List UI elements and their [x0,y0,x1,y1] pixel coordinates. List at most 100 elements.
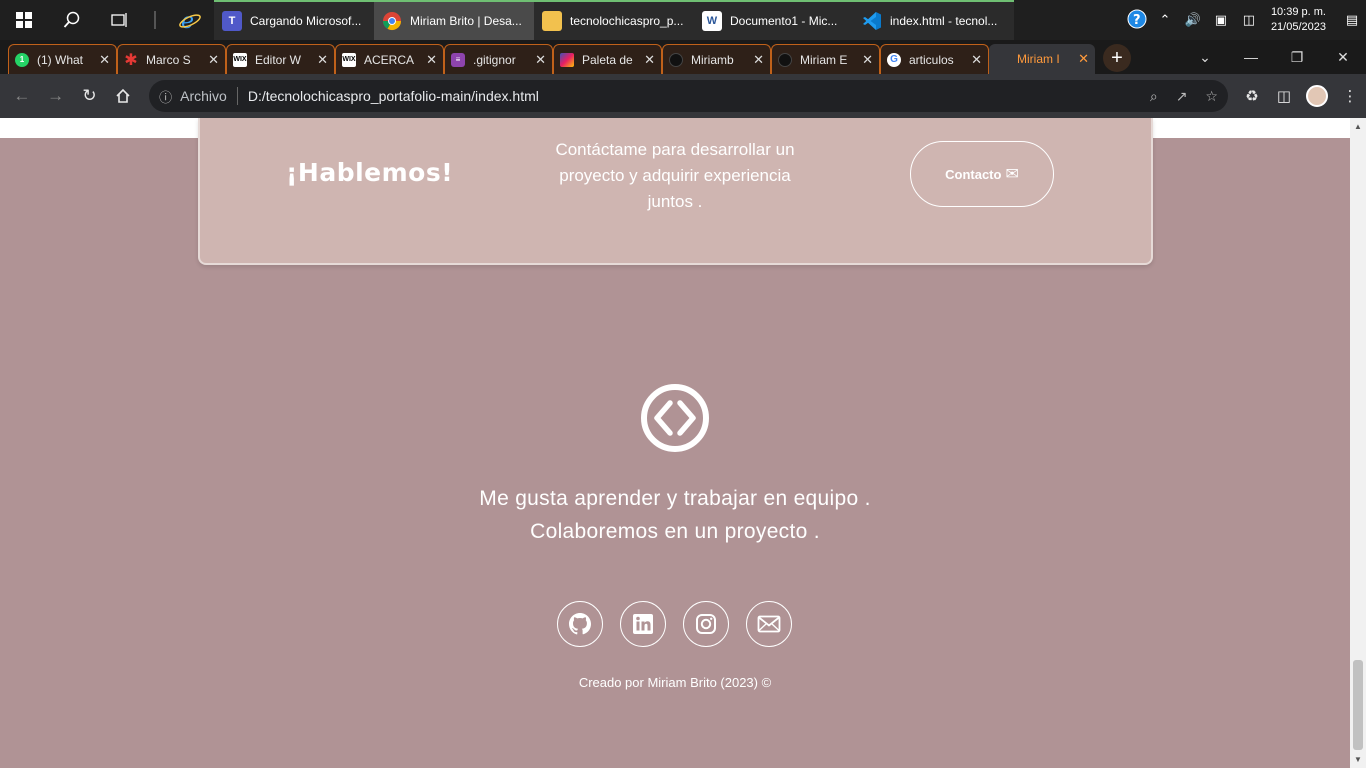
browser-tab[interactable]: G articulos ✕ [880,44,989,74]
home-icon[interactable] [107,80,139,112]
network-icon[interactable]: ◫ [1237,12,1261,28]
scroll-down-arrow-icon[interactable]: ▼ [1354,755,1362,764]
linkedin-link[interactable] [620,601,666,647]
address-url[interactable]: D:/tecnolochicaspro_portafolio-main/inde… [248,88,1132,104]
browser-tab-active[interactable]: Miriam I ✕ [989,44,1095,74]
side-panel-icon[interactable]: ◫ [1268,87,1300,105]
share-icon[interactable]: ↗ [1176,88,1188,105]
contact-cta-card: ¡Hablemos! Contáctame para desarrollar u… [198,118,1153,265]
cta-text: Contáctame para desarrollar un proyecto … [555,140,795,211]
address-bar[interactable]: ⓘ Archivo D:/tecnolochicaspro_portafolio… [149,80,1228,112]
browser-toolbar: ← → ↻ ⓘ Archivo D:/tecnolochicaspro_port… [0,74,1366,118]
reload-icon[interactable]: ↻ [74,80,106,112]
mail-icon [757,615,781,633]
close-tab-icon[interactable]: ✕ [753,52,764,68]
mail-link[interactable] [746,601,792,647]
scroll-up-arrow-icon[interactable]: ▲ [1354,122,1362,131]
bookmark-star-icon[interactable]: ☆ [1205,88,1218,105]
toolbar-right: ♻ ◫ ⋮ [1236,85,1366,107]
word-icon: W [702,11,722,31]
search-icon[interactable] [48,0,96,40]
camera-icon[interactable]: ▣ [1209,12,1233,28]
browser-tab[interactable]: Miriamb ✕ [662,44,771,74]
whatsapp-icon: 1 [15,52,29,67]
close-tab-icon[interactable]: ✕ [862,52,873,68]
task-view-icon[interactable] [96,0,144,40]
browser-tab[interactable]: Paleta de ✕ [553,44,662,74]
minimize-icon[interactable]: — [1228,49,1274,65]
browser-tab[interactable]: Miriam E ✕ [771,44,880,74]
taskbar-app-explorer[interactable]: tecnolochicaspro_p... [534,0,694,40]
palette-icon [560,52,574,67]
taskbar-app-chrome[interactable]: Miriam Brito | Desa... [374,0,534,40]
extensions-icon[interactable]: ♻ [1236,87,1268,105]
windows-start-icon[interactable] [0,0,48,40]
tab-title: Paleta de [582,52,633,67]
forward-icon[interactable]: → [40,80,72,112]
tab-title: ACERCA [364,52,415,67]
close-tab-icon[interactable]: ✕ [971,52,982,68]
new-tab-button[interactable]: + [1103,44,1131,72]
taskbar-app-label: tecnolochicaspro_p... [570,14,684,28]
page-viewport: ¡Hablemos! Contáctame para desarrollar u… [0,118,1350,768]
address-scheme-label: Archivo [180,88,227,104]
browser-tab[interactable]: WIX Editor W ✕ [226,44,335,74]
instagram-link[interactable] [683,601,729,647]
browser-tab[interactable]: ≡ .gitignor ✕ [444,44,553,74]
github-icon [778,52,792,67]
taskbar-clock[interactable]: 10:39 p. m. 21/05/2023 [1271,5,1326,35]
tab-title: (1) What [37,52,84,67]
back-icon[interactable]: ← [6,80,38,112]
chevron-up-icon[interactable]: ⌃ [1153,12,1177,28]
browser-tab[interactable]: WIX ACERCA ✕ [335,44,444,74]
tab-title: Miriamb [691,52,734,67]
taskbar-app-label: Miriam Brito | Desa... [410,14,522,28]
windows-taskbar: e T Cargando Microsof... Miriam Brito | … [0,0,1366,40]
footer-tagline: Me gusta aprender y trabajar en equipo .… [375,482,975,548]
close-tab-icon[interactable]: ✕ [644,52,655,68]
taskbar-app-teams[interactable]: T Cargando Microsof... [214,0,374,40]
tab-search-chevron-icon[interactable]: ⌄ [1182,49,1228,66]
window-controls: ⌄ — ❐ ✕ [1182,40,1366,74]
close-tab-icon[interactable]: ✕ [317,52,328,68]
contact-button-label: Contacto [945,166,1002,182]
close-tab-icon[interactable]: ✕ [426,52,437,68]
github-link[interactable] [557,601,603,647]
browser-tab[interactable]: 1 (1) What ✕ [8,44,117,74]
tab-title: articulos [909,52,954,67]
internet-explorer-icon[interactable]: e [166,0,214,40]
close-tab-icon[interactable]: ✕ [208,52,219,68]
volume-icon[interactable]: 🔊 [1181,12,1205,28]
taskbar-app-vscode[interactable]: index.html - tecnol... [854,0,1014,40]
browser-tab[interactable]: ✱ Marco S ✕ [117,44,226,74]
help-icon[interactable]: ? [1125,9,1149,32]
folder-icon [542,11,562,31]
github-icon [569,613,591,635]
close-tab-icon[interactable]: ✕ [99,52,110,68]
notifications-icon[interactable]: ▤ [1340,12,1364,28]
scrollbar-thumb[interactable] [1353,660,1363,750]
code-logo-icon [640,383,710,453]
footer-credit: Creado por Miriam Brito (2023) © [578,675,772,690]
zoom-icon[interactable]: ⌕ [1150,88,1158,105]
address-separator [236,87,238,105]
clock-time: 10:39 p. m. [1270,6,1326,18]
taskbar-app-word[interactable]: W Documento1 - Mic... [694,0,854,40]
menu-kebab-icon[interactable]: ⋮ [1334,87,1366,105]
profile-avatar[interactable] [1305,85,1328,107]
page-scrollbar[interactable]: ▲ ▼ [1350,118,1366,768]
contact-button[interactable]: Contacto ✉ [910,141,1054,207]
close-tab-icon[interactable]: ✕ [1078,51,1089,67]
taskbar-separator [154,11,156,29]
restore-icon[interactable]: ❐ [1274,49,1320,66]
tagline-line-2: Colaboremos en un proyecto . [530,520,820,543]
wix-icon: WIX [342,52,356,67]
tab-title: Miriam I [1017,52,1060,66]
close-window-icon[interactable]: ✕ [1320,49,1366,66]
stack-icon: ≡ [451,52,465,67]
tab-title: Miriam E [800,52,848,67]
chrome-icon [382,11,402,31]
close-tab-icon[interactable]: ✕ [535,52,546,68]
info-icon[interactable]: ⓘ [159,87,172,106]
instagram-icon [696,614,716,634]
